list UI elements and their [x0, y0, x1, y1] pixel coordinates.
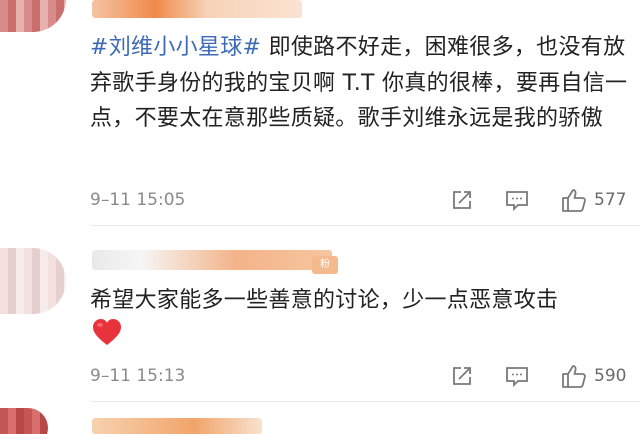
comment-timestamp: 9–11 15:05 — [90, 190, 186, 210]
thumbs-up-icon — [562, 189, 586, 212]
comment-item: #刘维小小星球# 即使路不好走，困难很多，也没有放弃歌手身份的我的宝贝啊 T.T… — [0, 0, 640, 226]
reply-button[interactable] — [504, 360, 530, 392]
avatar[interactable] — [0, 0, 66, 32]
username-blurred[interactable] — [92, 418, 262, 434]
share-button[interactable] — [450, 184, 474, 216]
reply-button[interactable] — [504, 184, 530, 216]
like-button[interactable]: 590 — [560, 360, 626, 392]
heart-emoji-icon — [93, 319, 121, 345]
like-button[interactable]: 577 — [560, 184, 626, 216]
username-blurred[interactable] — [92, 0, 302, 18]
fan-badge[interactable]: 粉 — [312, 256, 338, 274]
hashtag-link[interactable]: #刘维小小星球# — [90, 35, 261, 60]
username-blurred[interactable] — [92, 250, 332, 270]
comment-item: 粉 希望大家能多一些善意的讨论，少一点恶意攻击 9–11 15:13 590 — [0, 226, 640, 402]
comment-text: #刘维小小星球# 即使路不好走，困难很多，也没有放弃歌手身份的我的宝贝啊 T.T… — [90, 30, 630, 137]
comment-icon — [506, 191, 528, 212]
comment-timestamp: 9–11 15:13 — [90, 366, 186, 386]
comment-item — [0, 402, 640, 434]
like-count: 590 — [594, 366, 627, 386]
comment-meta: 9–11 15:13 590 — [90, 360, 638, 392]
share-icon — [453, 367, 471, 385]
share-button[interactable] — [450, 360, 474, 392]
comment-text: 希望大家能多一些善意的讨论，少一点恶意攻击 — [90, 288, 559, 313]
share-icon — [453, 191, 471, 209]
like-count: 577 — [594, 190, 627, 210]
avatar[interactable] — [0, 408, 48, 434]
comment-icon — [506, 367, 528, 388]
thumbs-up-icon — [562, 365, 586, 388]
avatar[interactable] — [0, 248, 66, 314]
comment-meta: 9–11 15:05 577 — [90, 184, 638, 216]
